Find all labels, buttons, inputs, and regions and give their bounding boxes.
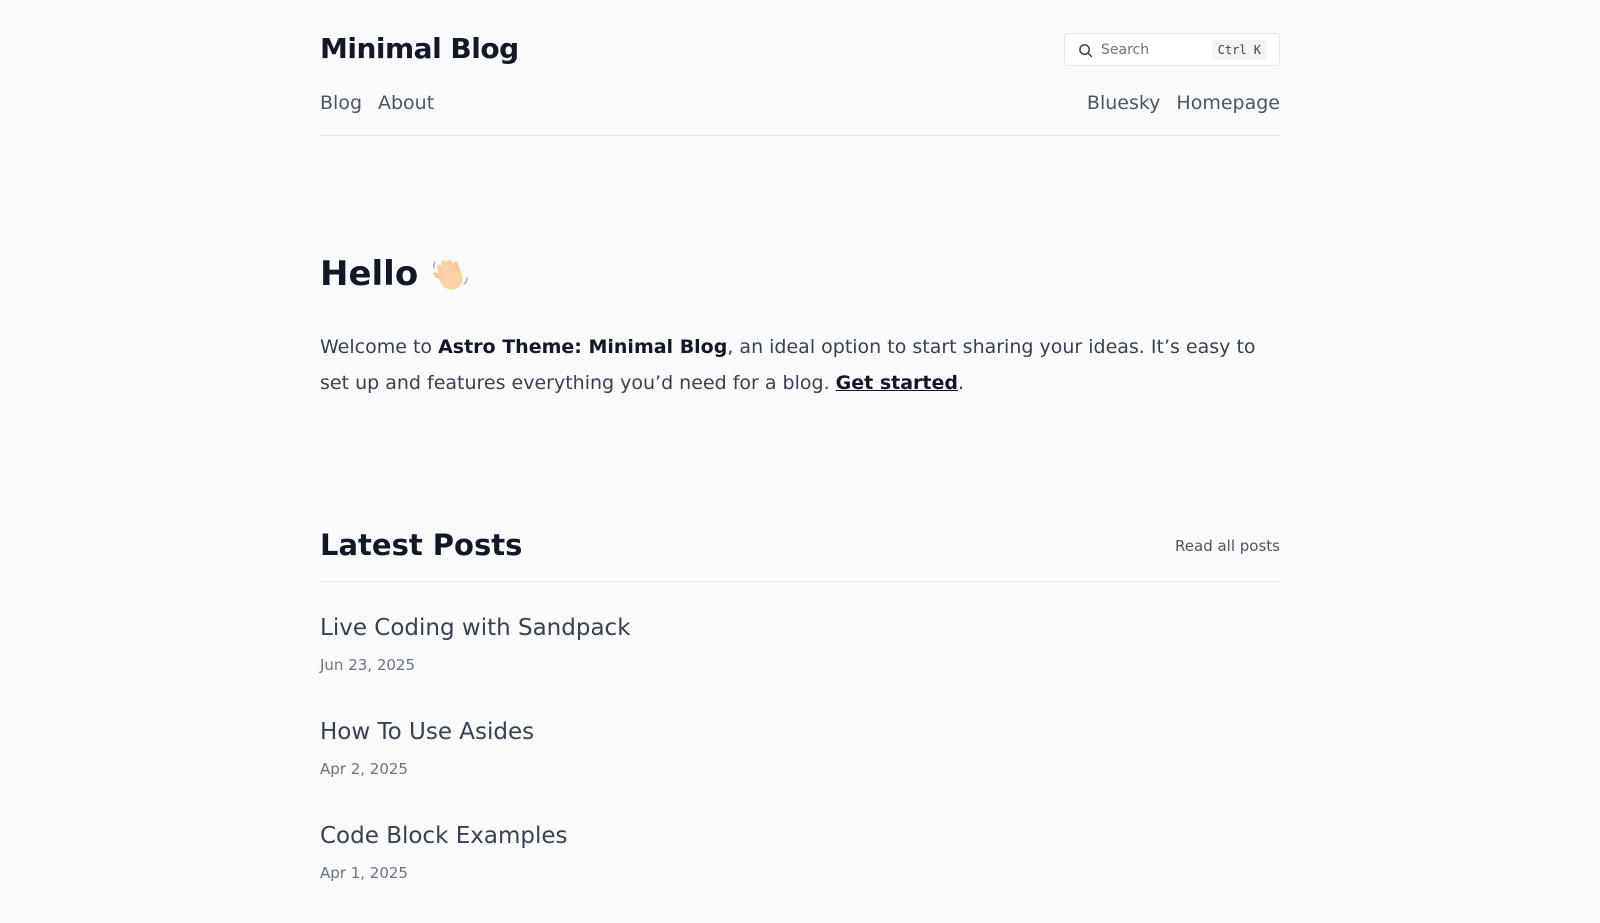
- read-all-posts-link[interactable]: Read all posts: [1175, 537, 1280, 555]
- nav-right-group: Bluesky Homepage: [1087, 92, 1280, 114]
- post-date: Apr 2, 2025: [320, 760, 408, 778]
- post-date: Jun 23, 2025: [320, 656, 416, 674]
- main-nav: Blog About Bluesky Homepage: [320, 92, 1280, 120]
- nav-link-homepage[interactable]: Homepage: [1176, 92, 1280, 114]
- post-title-link[interactable]: Code Block Examples: [320, 823, 567, 849]
- post-list: Live Coding with Sandpack Jun 23, 2025 H…: [320, 611, 1280, 923]
- search-shortcut-hint: Ctrl K: [1211, 40, 1267, 60]
- hero-intro: Welcome to Astro Theme: Minimal Blog, an…: [320, 329, 1280, 401]
- post-list-item: Code Block Examples Apr 1, 2025: [320, 819, 1280, 923]
- latest-posts-title: Latest Posts: [320, 528, 523, 562]
- post-title-link[interactable]: How To Use Asides: [320, 719, 534, 745]
- nav-link-blog[interactable]: Blog: [320, 92, 362, 114]
- site-header: Minimal Blog Search Ctrl K: [320, 30, 1280, 70]
- post-title-link[interactable]: Live Coding with Sandpack: [320, 615, 631, 641]
- section-divider: [320, 581, 1280, 582]
- get-started-link[interactable]: Get started: [836, 372, 958, 394]
- post-date: Apr 1, 2025: [320, 864, 408, 882]
- post-list-item: Live Coding with Sandpack Jun 23, 2025: [320, 611, 1280, 715]
- nav-link-about[interactable]: About: [378, 92, 434, 114]
- post-list-item: How To Use Asides Apr 2, 2025: [320, 715, 1280, 819]
- latest-posts-header: Latest Posts Read all posts: [320, 528, 1280, 568]
- search-icon: [1079, 44, 1093, 58]
- site-brand-link[interactable]: Minimal Blog: [320, 32, 519, 65]
- search-button[interactable]: Search Ctrl K: [1064, 33, 1280, 66]
- hero-intro-lead: Welcome to: [320, 336, 439, 358]
- search-placeholder: Search: [1101, 42, 1150, 58]
- hero-intro-end: .: [958, 372, 965, 394]
- hero-theme-name: Astro Theme: Minimal Blog: [438, 336, 728, 358]
- nav-link-bluesky[interactable]: Bluesky: [1087, 92, 1161, 114]
- hero-title-text: Hello: [320, 254, 419, 294]
- header-divider: [320, 135, 1280, 136]
- waving-hand-icon: [433, 259, 468, 290]
- nav-left-group: Blog About: [320, 92, 434, 114]
- hero-title: Hello: [320, 254, 470, 294]
